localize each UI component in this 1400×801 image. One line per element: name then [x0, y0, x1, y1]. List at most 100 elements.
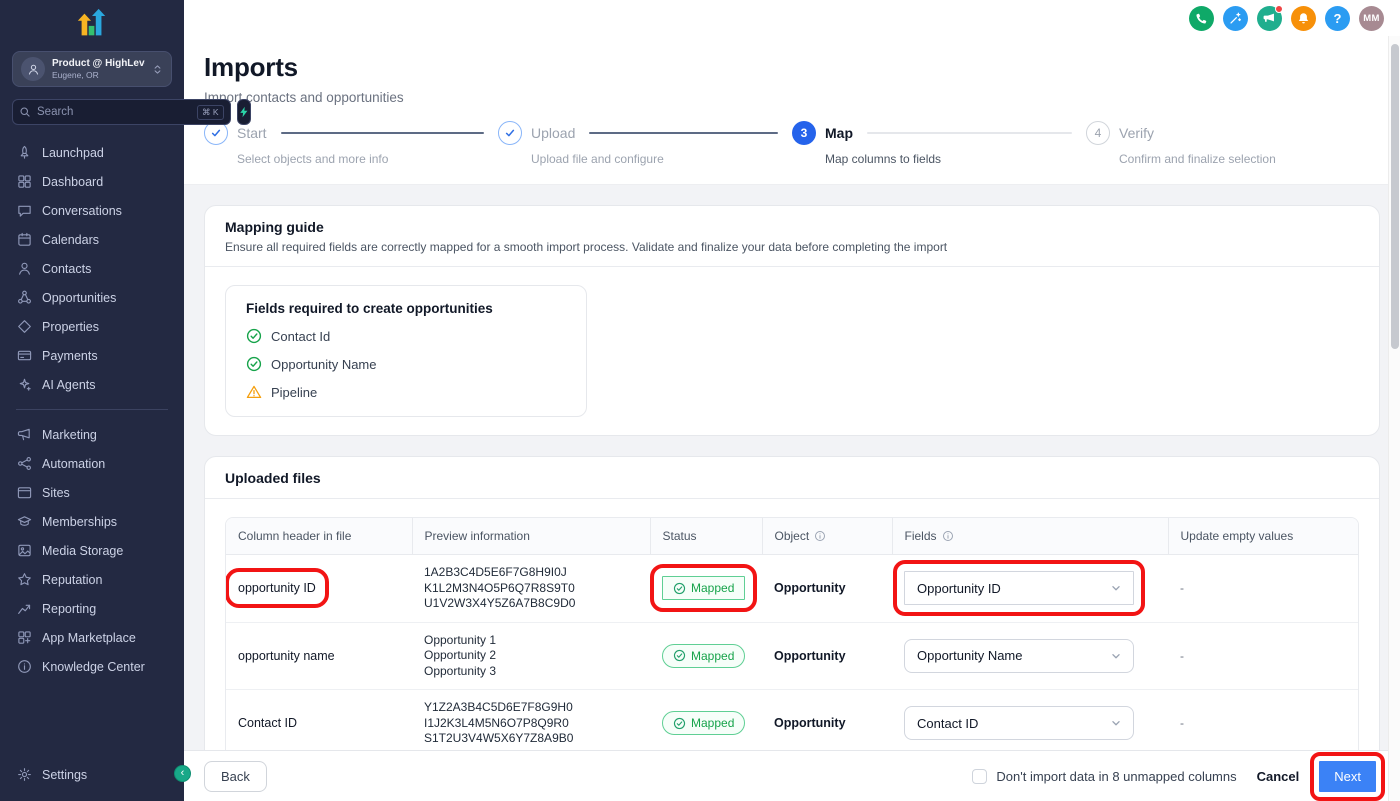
- step-description: Select objects and more info: [237, 152, 498, 166]
- step-label: Upload: [531, 125, 575, 141]
- sidebar-item-properties[interactable]: Properties: [0, 312, 184, 341]
- mapping-guide-description: Ensure all required fields are correctly…: [225, 240, 1359, 254]
- step-map[interactable]: 3 Map Map columns to fields: [792, 121, 1086, 166]
- fields-select[interactable]: Contact ID: [904, 706, 1134, 740]
- automation-icon: [17, 456, 32, 471]
- scrollbar-track[interactable]: [1388, 36, 1400, 801]
- sidebar-item-marketing[interactable]: Marketing: [0, 420, 184, 449]
- quick-actions-button[interactable]: [237, 99, 251, 125]
- user-avatar[interactable]: MM: [1359, 6, 1384, 31]
- sidebar-item-label: Calendars: [42, 233, 99, 247]
- sidebar-collapse-button[interactable]: ‹: [174, 765, 191, 782]
- sidebar-item-label: Memberships: [42, 515, 117, 529]
- uploaded-files-card: Uploaded files Column header in file Pre…: [204, 456, 1380, 750]
- scrollbar-thumb[interactable]: [1391, 44, 1399, 349]
- sidebar-item-label: Contacts: [42, 262, 91, 276]
- sidebar-item-opportunities[interactable]: Opportunities: [0, 283, 184, 312]
- help-button[interactable]: ?: [1325, 6, 1350, 31]
- step-description: Map columns to fields: [825, 152, 1086, 166]
- sidebar-item-label: Marketing: [42, 428, 97, 442]
- sidebar-item-launchpad[interactable]: Launchpad: [0, 138, 184, 167]
- app-marketplace-icon: [17, 630, 32, 645]
- step-upload[interactable]: Upload Upload file and configure: [498, 121, 792, 166]
- page-subtitle: Import contacts and opportunities: [204, 90, 1380, 105]
- cancel-button[interactable]: Cancel: [1257, 769, 1300, 784]
- header-label: Update empty values: [1181, 529, 1294, 543]
- chevron-down-icon: [1109, 581, 1123, 595]
- conversations-icon: [17, 203, 32, 218]
- next-button[interactable]: Next: [1319, 761, 1376, 792]
- account-switcher[interactable]: Product @ HighLevel Eugene, OR: [12, 51, 172, 87]
- search-icon: [19, 106, 31, 118]
- column-header-cell: opportunity name: [238, 649, 335, 663]
- ai-agents-icon: [17, 377, 32, 392]
- sidebar-item-contacts[interactable]: Contacts: [0, 254, 184, 283]
- announcements-button[interactable]: [1257, 6, 1282, 31]
- sidebar-item-settings[interactable]: Settings: [0, 760, 184, 789]
- sidebar-item-media-storage[interactable]: Media Storage: [0, 536, 184, 565]
- sidebar-search-row: ⌘ K: [12, 99, 172, 125]
- back-button[interactable]: Back: [204, 761, 267, 792]
- fields-select[interactable]: Opportunity ID: [904, 571, 1134, 605]
- sidebar-item-dashboard[interactable]: Dashboard: [0, 167, 184, 196]
- preview-line: I1J2K3L4M5N6O7P8Q9R0: [424, 716, 638, 732]
- sidebar-item-memberships[interactable]: Memberships: [0, 507, 184, 536]
- table-header-row: Column header in file Preview informatio…: [226, 518, 1358, 555]
- header-fields: Fields: [892, 518, 1168, 555]
- preview-line: K1L2M3N4O5P6Q7R8S9T0: [424, 581, 638, 597]
- sidebar-item-label: Sites: [42, 486, 70, 500]
- preview-cell: Opportunity 1 Opportunity 2 Opportunity …: [412, 622, 650, 690]
- notifications-button[interactable]: [1291, 6, 1316, 31]
- step-description: Upload file and configure: [531, 152, 792, 166]
- phone-icon: [1195, 12, 1208, 25]
- sidebar-item-app-marketplace[interactable]: App Marketplace: [0, 623, 184, 652]
- sidebar-item-reporting[interactable]: Reporting: [0, 594, 184, 623]
- page-header: Imports Import contacts and opportunitie…: [184, 36, 1400, 185]
- header-label: Status: [663, 529, 697, 543]
- search-box[interactable]: ⌘ K: [12, 99, 231, 125]
- header-label: Preview information: [425, 529, 530, 543]
- check-circle-icon: [246, 328, 262, 344]
- chevron-down-icon: [1109, 649, 1123, 663]
- sidebar-item-label: App Marketplace: [42, 631, 136, 645]
- sidebar-item-automation[interactable]: Automation: [0, 449, 184, 478]
- sidebar-item-label: Media Storage: [42, 544, 123, 558]
- sidebar-item-knowledge-center[interactable]: Knowledge Center: [0, 652, 184, 681]
- memberships-icon: [17, 514, 32, 529]
- dont-import-checkbox[interactable]: [972, 769, 987, 784]
- update-empty-cell: -: [1180, 716, 1184, 730]
- payments-icon: [17, 348, 32, 363]
- fields-select-value: Opportunity Name: [917, 648, 1023, 663]
- preview-cell: 1A2B3C4D5E6F7G8H9I0J K1L2M3N4O5P6Q7R8S9T…: [412, 555, 650, 623]
- media-storage-icon: [17, 543, 32, 558]
- step-label: Map: [825, 125, 853, 141]
- header-preview-information: Preview information: [412, 518, 650, 555]
- info-icon[interactable]: [814, 530, 826, 542]
- sidebar-item-ai-agents[interactable]: AI Agents: [0, 370, 184, 399]
- warning-triangle-icon: [246, 384, 262, 400]
- step-verify[interactable]: 4 Verify Confirm and finalize selection: [1086, 121, 1380, 166]
- phone-button[interactable]: [1189, 6, 1214, 31]
- sidebar-item-calendars[interactable]: Calendars: [0, 225, 184, 254]
- info-icon[interactable]: [942, 530, 954, 542]
- sidebar-item-reputation[interactable]: Reputation: [0, 565, 184, 594]
- sidebar-item-payments[interactable]: Payments: [0, 341, 184, 370]
- header-label: Object: [775, 529, 810, 543]
- step-start[interactable]: Start Select objects and more info: [204, 121, 498, 166]
- search-input[interactable]: [37, 106, 191, 118]
- quick-tools-button[interactable]: [1223, 6, 1248, 31]
- preview-cell: Y1Z2A3B4C5D6E7F8G9H0 I1J2K3L4M5N6O7P8Q9R…: [412, 690, 650, 751]
- chevron-down-icon: [1109, 716, 1123, 730]
- fields-select[interactable]: Opportunity Name: [904, 639, 1134, 673]
- sidebar-item-conversations[interactable]: Conversations: [0, 196, 184, 225]
- reporting-icon: [17, 601, 32, 616]
- mapping-guide-card: Mapping guide Ensure all required fields…: [204, 205, 1380, 436]
- step-connector: [589, 132, 778, 134]
- update-empty-cell: -: [1180, 649, 1184, 663]
- sidebar-item-sites[interactable]: Sites: [0, 478, 184, 507]
- table-row: Contact ID Y1Z2A3B4C5D6E7F8G9H0 I1J2K3L4…: [226, 690, 1358, 751]
- preview-line: Opportunity 3: [424, 664, 638, 680]
- account-location: Eugene, OR: [52, 70, 145, 80]
- knowledge-center-icon: [17, 659, 32, 674]
- fields-select-value: Contact ID: [917, 716, 978, 731]
